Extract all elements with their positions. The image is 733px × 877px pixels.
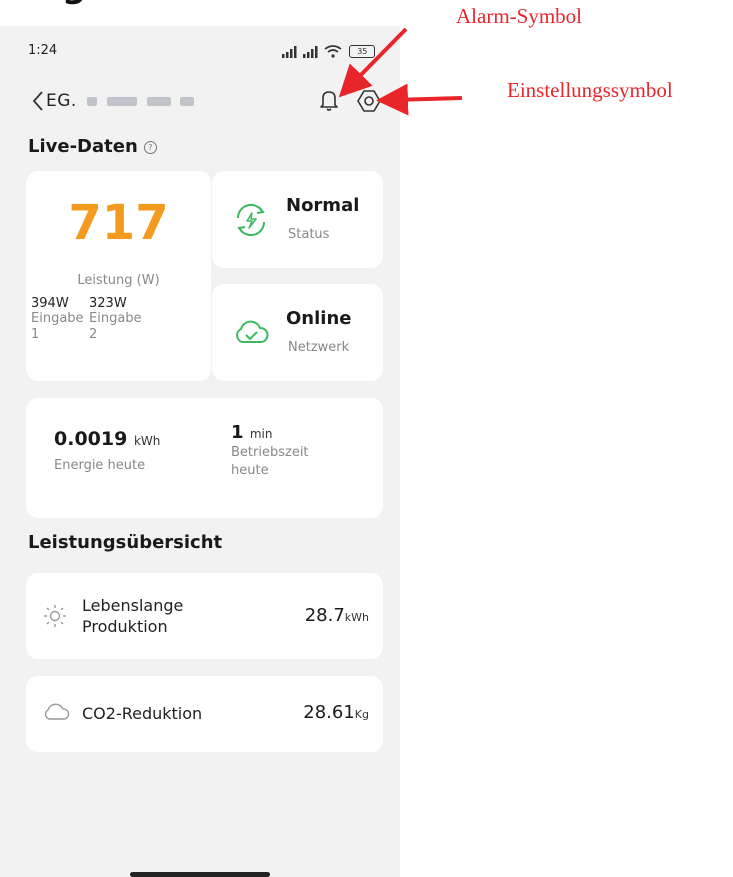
annotation-arrows [338, 27, 463, 116]
settings-arrow [376, 83, 463, 116]
alarm-arrow [338, 27, 408, 98]
